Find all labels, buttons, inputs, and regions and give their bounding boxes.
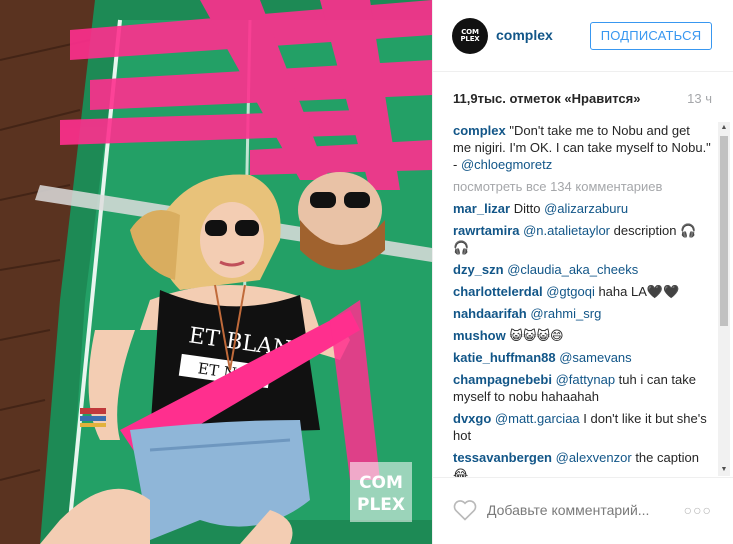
comment-text-tail: haha LA🖤🖤 [594, 284, 680, 299]
view-all-comments-link[interactable]: посмотреть все 134 комментариев [453, 178, 711, 195]
comment-user[interactable]: rawrtamira [453, 223, 519, 238]
more-options-icon[interactable]: ○○○ [684, 502, 712, 518]
caption-user[interactable]: complex [453, 123, 506, 138]
post-stats: 11,9тыс. отметок «Нравится» 13 ч [433, 72, 733, 122]
likes-count[interactable]: 11,9тыс. отметок «Нравится» [453, 91, 640, 106]
comment-text-tail: I don't like it but she's hot [453, 411, 707, 443]
scroll-thumb[interactable] [720, 136, 728, 326]
comments-scrollbar[interactable]: ▲ ▼ [718, 122, 730, 476]
comment-mention[interactable]: @fattynap [556, 372, 615, 387]
comment-user[interactable]: champagnebebi [453, 372, 552, 387]
comment-user[interactable]: nahdaarifah [453, 306, 527, 321]
heart-icon[interactable] [453, 499, 477, 521]
comment-mention[interactable]: @alexvenzor [556, 450, 632, 465]
comment-mention[interactable]: @claudia_aka_cheeks [507, 262, 638, 277]
comment-mention[interactable]: @alizarzaburu [544, 201, 628, 216]
comments-list: complex "Don't take me to Nobu and get m… [433, 122, 733, 477]
username-link[interactable]: complex [496, 27, 553, 43]
comment-item: tessavanbergen @alexvenzor the caption 😂 [453, 449, 711, 477]
comment-user[interactable]: mar_lizar [453, 201, 510, 216]
comment-user[interactable]: katie_huffman88 [453, 350, 556, 365]
comment-user[interactable]: dzy_szn [453, 262, 504, 277]
comment-mention[interactable]: @gtgoqi [546, 284, 595, 299]
comment-item: mushow 😺😺😺😄 [453, 327, 711, 344]
comment-item: rawrtamira @n.atalietaylor description 🎧… [453, 222, 711, 256]
caption: complex "Don't take me to Nobu and get m… [453, 122, 711, 173]
scroll-down-arrow-icon[interactable]: ▼ [718, 464, 730, 476]
post-header: COM PLEX complex ПОДПИСАТЬСЯ [433, 0, 733, 72]
comment-item: charlottelerdal @gtgoqi haha LA🖤🖤 [453, 283, 711, 300]
comment-item: champagnebebi @fattynap tuh i can take m… [453, 371, 711, 405]
comment-user[interactable]: dvxgo [453, 411, 491, 426]
time-ago[interactable]: 13 ч [687, 91, 712, 106]
comment-user[interactable]: charlottelerdal [453, 284, 543, 299]
scroll-up-arrow-icon[interactable]: ▲ [718, 122, 730, 134]
comment-mention[interactable]: @matt.garciaa [495, 411, 580, 426]
comment-item: nahdaarifah @rahmi_srg [453, 305, 711, 322]
comment-mention[interactable]: @n.atalietaylor [523, 223, 610, 238]
comment-item: dzy_szn @claudia_aka_cheeks [453, 261, 711, 278]
avatar[interactable]: COM PLEX [452, 18, 488, 54]
post-footer: Добавьте комментарий... ○○○ [433, 477, 733, 544]
comment-item: dvxgo @matt.garciaa I don't like it but … [453, 410, 711, 444]
add-comment-input[interactable]: Добавьте комментарий... [487, 502, 649, 518]
watermark-line-2: PLEX [357, 495, 405, 515]
comment-text: Ditto [513, 201, 545, 216]
caption-mention[interactable]: @chloegmoretz [461, 157, 552, 172]
comment-user[interactable]: mushow [453, 328, 506, 343]
comment-item: mar_lizar Ditto @alizarzaburu [453, 200, 711, 217]
post-photo[interactable]: ET BLANC ET NOIR COM PLEX [0, 0, 432, 544]
comment-item: katie_huffman88 @samevans [453, 349, 711, 366]
comment-mention[interactable]: @samevans [559, 350, 631, 365]
comment-text: 😺😺😺😄 [509, 328, 564, 343]
post-side-panel: COM PLEX complex ПОДПИСАТЬСЯ 11,9тыс. отм… [432, 0, 733, 544]
avatar-logo-text: COM PLEX [460, 28, 480, 43]
comment-user[interactable]: tessavanbergen [453, 450, 552, 465]
follow-button[interactable]: ПОДПИСАТЬСЯ [590, 22, 712, 50]
comment-mention[interactable]: @rahmi_srg [530, 306, 601, 321]
watermark-line-1: COM [359, 473, 403, 493]
